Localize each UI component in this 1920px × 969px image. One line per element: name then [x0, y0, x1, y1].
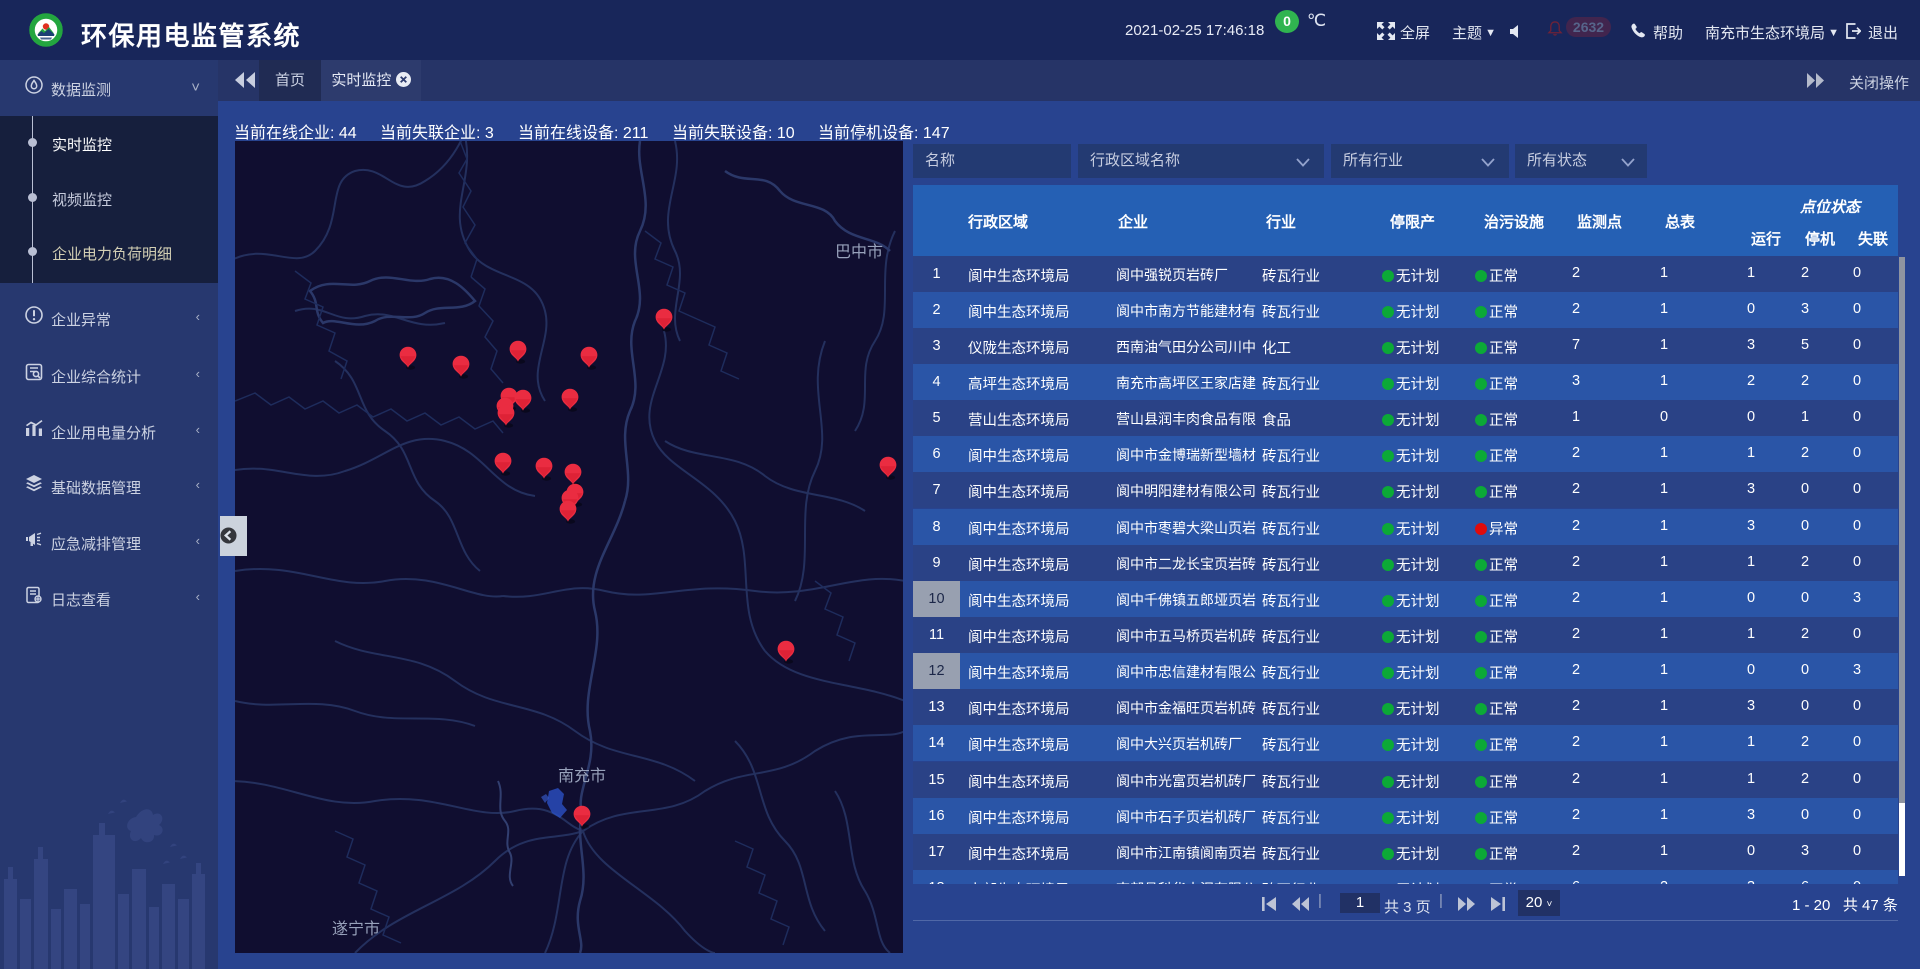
svg-text:南充市: 南充市: [558, 767, 606, 785]
svg-text:巴中市: 巴中市: [835, 243, 883, 261]
svg-text:遂宁市: 遂宁市: [332, 920, 380, 938]
